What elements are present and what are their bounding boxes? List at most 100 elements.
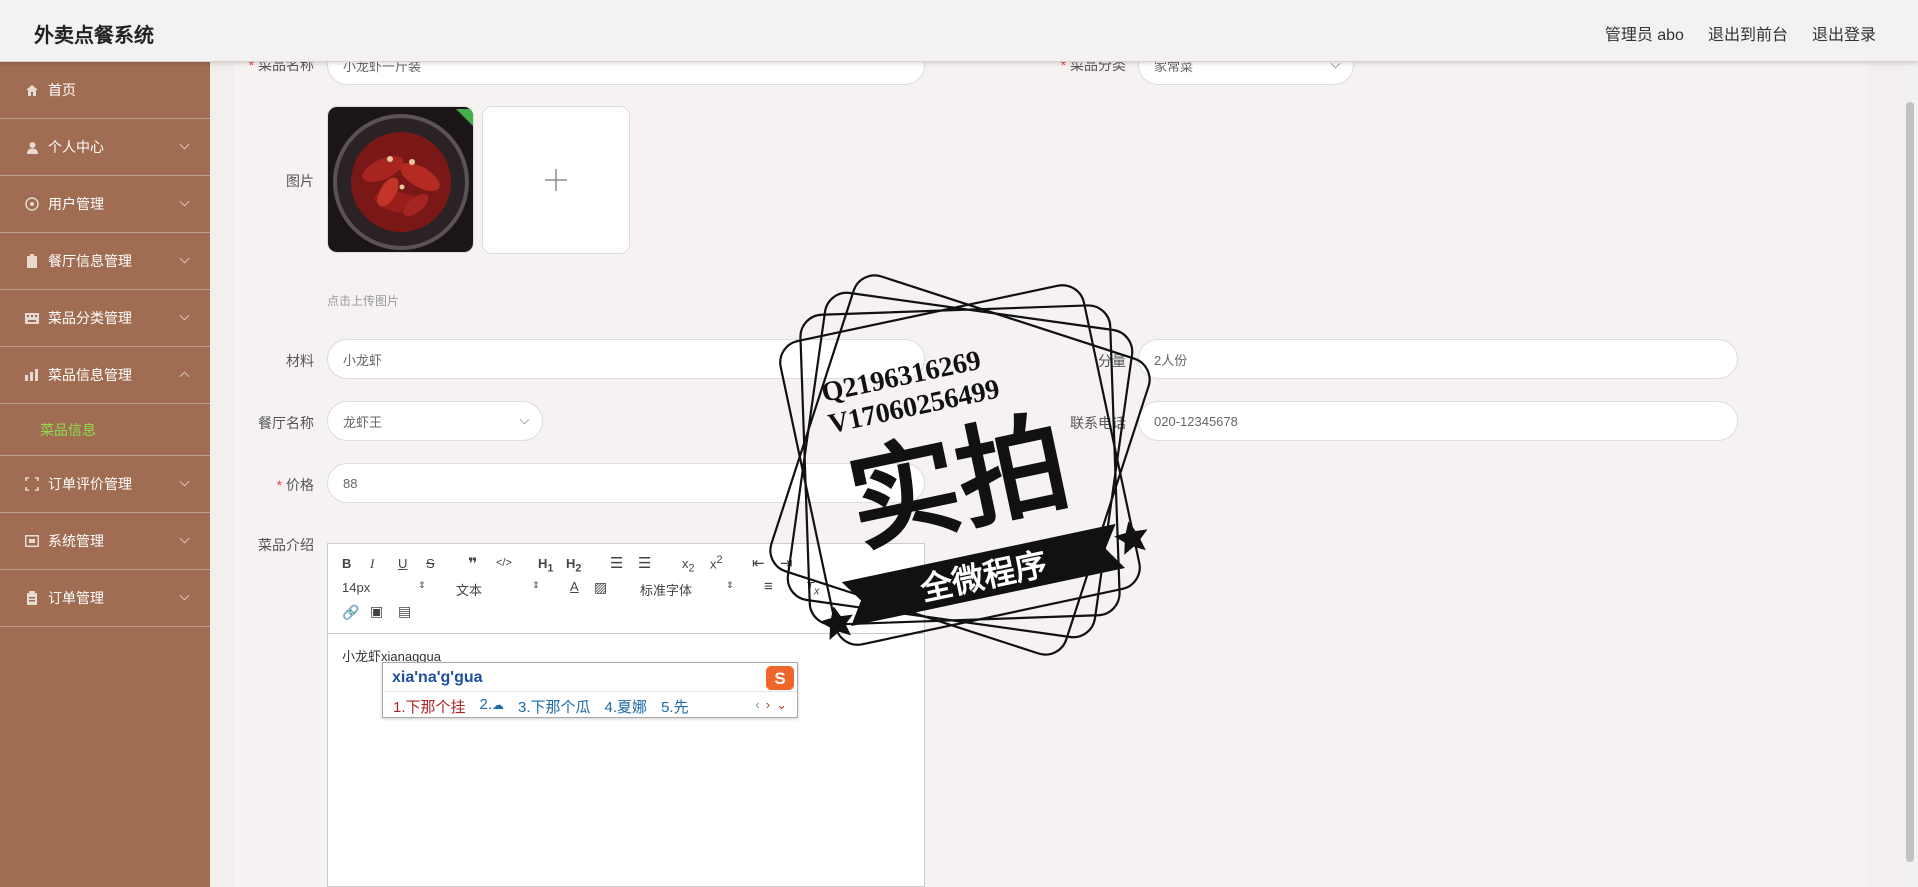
image-label: 图片	[286, 173, 314, 189]
chevron-down-icon	[179, 476, 190, 487]
ime-candidate[interactable]: 5.先	[661, 696, 689, 717]
chevron-updown-icon: ⇕	[726, 580, 734, 590]
sidebar-item-label: 首页	[48, 82, 76, 98]
chevron-down-icon	[519, 414, 530, 425]
scrollbar-thumb[interactable]	[1906, 102, 1914, 862]
text-type-select[interactable]: 文本	[456, 580, 482, 599]
svg-text:S: S	[774, 669, 785, 688]
sidebar-item-label: 餐厅信息管理	[48, 253, 132, 269]
strike-button[interactable]: S	[426, 556, 435, 571]
outdent-icon[interactable]: ⇤	[752, 554, 765, 572]
intro-label: 菜品介绍	[258, 537, 314, 553]
ime-candidate[interactable]: 4.夏娜	[605, 696, 648, 717]
underline-button[interactable]: U	[398, 556, 407, 571]
exit-to-front-link[interactable]: 退出到前台	[1708, 21, 1788, 45]
sidebar-item-restaurant[interactable]: 餐厅信息管理	[0, 233, 210, 290]
home-icon	[24, 83, 40, 97]
ime-candidate[interactable]: 2.☁	[480, 696, 505, 717]
sidebar-item-label: 订单评价管理	[48, 476, 132, 492]
video-icon[interactable]: ▤	[398, 603, 411, 620]
scan-icon	[24, 477, 40, 491]
sidebar-item-home[interactable]: 首页	[0, 62, 210, 119]
cloud-icon: ☁	[492, 698, 505, 712]
sidebar-item-system[interactable]: 系统管理	[0, 513, 210, 570]
price-input[interactable]: 88	[327, 463, 925, 503]
bold-button[interactable]: B	[342, 556, 351, 571]
user-icon	[24, 140, 40, 154]
bullet-list-icon[interactable]: ☰	[638, 554, 651, 572]
monitor-icon	[24, 534, 40, 548]
chevron-down-icon	[179, 310, 190, 321]
background-color-icon[interactable]: ▨	[594, 579, 607, 596]
chevron-down-icon	[179, 590, 190, 601]
sidebar-item-orders[interactable]: 订单管理	[0, 570, 210, 627]
chevron-down-icon	[179, 196, 190, 207]
chevron-down-icon	[179, 253, 190, 264]
subscript-button[interactable]: x2	[682, 556, 695, 575]
clear-format-icon[interactable]: Tx	[806, 579, 819, 598]
sidebar-item-label: 菜品分类管理	[48, 310, 132, 326]
chevron-down-icon[interactable]: ⌄	[776, 697, 787, 713]
material-label: 材料	[286, 353, 314, 369]
portion-label: 分量	[1098, 353, 1126, 369]
chevron-up-icon	[179, 371, 190, 382]
h2-button[interactable]: H2	[566, 556, 581, 575]
phone-label: 联系电话	[1070, 415, 1126, 431]
dish-image-thumbnail[interactable]	[327, 106, 474, 253]
font-family-select[interactable]: 标准字体	[640, 580, 692, 599]
font-color-button[interactable]: A	[570, 579, 579, 594]
ime-candidates: 1.下那个挂 2.☁ 3.下那个瓜 4.夏娜 5.先	[393, 696, 689, 717]
portion-input[interactable]: 2人份	[1138, 339, 1738, 379]
chevron-down-icon	[179, 533, 190, 544]
logout-link[interactable]: 退出登录	[1812, 21, 1876, 45]
phone-input[interactable]: 020-12345678	[1138, 401, 1738, 441]
ime-navigation: ‹ › ⌄	[755, 697, 787, 713]
chevron-right-icon[interactable]: ›	[766, 697, 770, 713]
code-icon[interactable]: </>	[496, 557, 512, 569]
chevron-updown-icon: ⇕	[418, 580, 426, 590]
italic-button[interactable]: I	[370, 556, 374, 572]
page-scrollbar[interactable]	[1902, 62, 1918, 887]
quote-icon[interactable]: ❞	[468, 554, 477, 574]
sidebar-item-label: 菜品信息管理	[48, 367, 132, 383]
upload-image-button[interactable]	[482, 106, 630, 254]
indent-icon[interactable]: ⇥	[780, 554, 793, 572]
link-icon[interactable]: 🔗	[342, 604, 359, 621]
app-title: 外卖点餐系统	[34, 25, 154, 47]
chart-icon	[24, 368, 40, 382]
h1-button[interactable]: H1	[538, 556, 553, 575]
ime-divider	[383, 691, 797, 692]
document-icon	[24, 591, 40, 605]
ime-candidate[interactable]: 1.下那个挂	[393, 696, 466, 717]
sidebar-item-profile[interactable]: 个人中心	[0, 119, 210, 176]
restaurant-label: 餐厅名称	[258, 415, 314, 431]
header-actions: 管理员 abo 退出到前台 退出登录	[1605, 21, 1876, 45]
sidebar-item-users[interactable]: 用户管理	[0, 176, 210, 233]
chevron-left-icon[interactable]: ‹	[755, 697, 759, 713]
sidebar-subitem-dish-info[interactable]: 菜品信息	[0, 404, 210, 456]
sidebar-item-label: 系统管理	[48, 533, 104, 549]
material-input[interactable]: 小龙虾	[327, 339, 925, 379]
sidebar: 首页 个人中心 用户管理 餐厅信息管理 菜品分类管理 菜品信息管理 菜品信息 订…	[0, 62, 210, 887]
top-header: 外卖点餐系统 管理员 abo 退出到前台 退出登录	[0, 0, 1918, 62]
chevron-down-icon	[179, 139, 190, 150]
sidebar-item-label: 个人中心	[48, 139, 104, 155]
font-size-select[interactable]: 14px	[342, 580, 370, 595]
sidebar-item-dish-category[interactable]: 菜品分类管理	[0, 290, 210, 347]
image-icon[interactable]: ▣	[370, 603, 383, 620]
ime-candidate[interactable]: 3.下那个瓜	[518, 696, 591, 717]
sidebar-item-order-review[interactable]: 订单评价管理	[0, 456, 210, 513]
sidebar-item-label: 用户管理	[48, 196, 104, 212]
ime-composition: xia'na'g'gua	[392, 669, 483, 686]
restaurant-select[interactable]: 龙虾王	[327, 401, 543, 441]
ordered-list-icon[interactable]: ☰	[610, 554, 623, 572]
keyboard-icon	[24, 311, 40, 325]
ime-candidate-label: 2.	[479, 696, 493, 713]
superscript-button[interactable]: x2	[710, 554, 723, 571]
align-icon[interactable]: ≡	[764, 578, 773, 595]
upload-hint: 点击上传图片	[327, 294, 400, 308]
sogou-logo-icon: S	[766, 666, 794, 690]
sidebar-item-dish-info[interactable]: 菜品信息管理	[0, 347, 210, 404]
chevron-updown-icon: ⇕	[532, 580, 540, 590]
clipboard-icon	[24, 254, 40, 268]
